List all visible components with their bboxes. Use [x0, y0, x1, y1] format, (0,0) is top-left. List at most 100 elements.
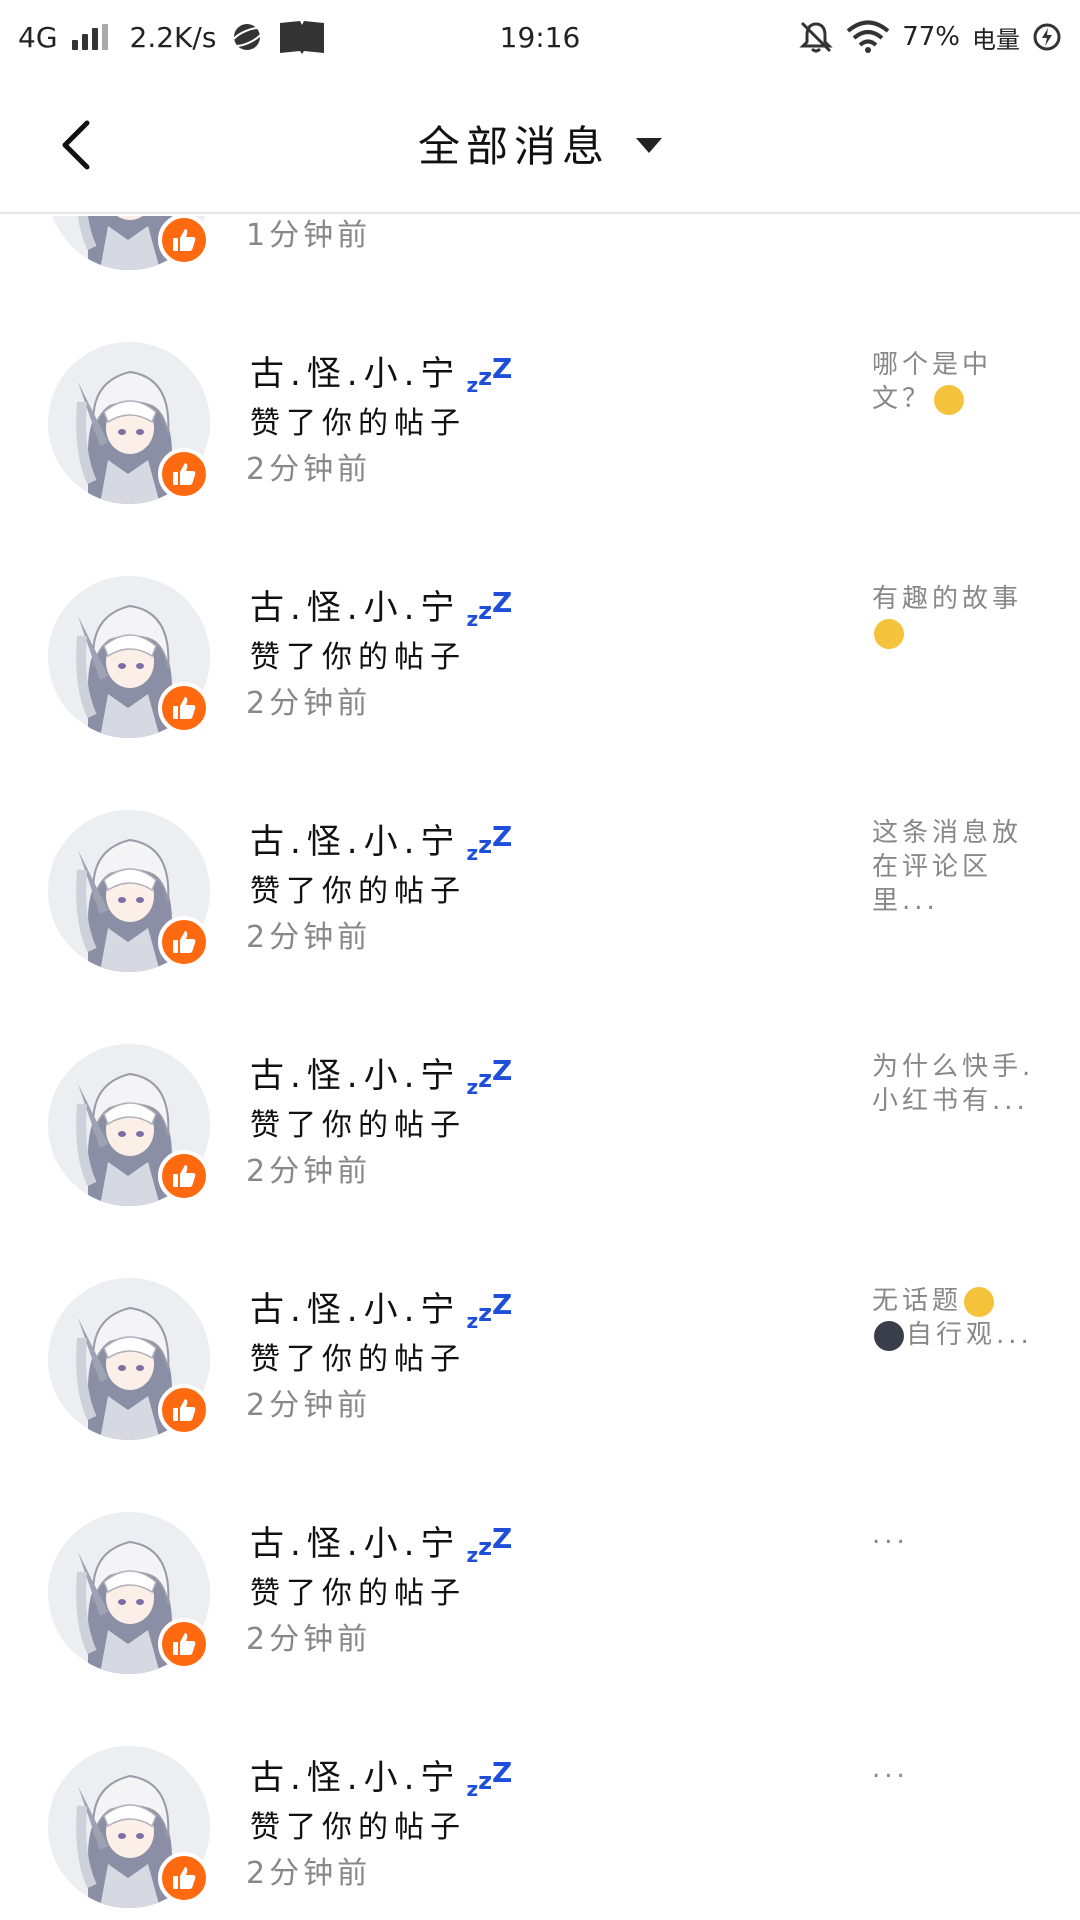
sleeping-zzz-icon: zzZ — [466, 1288, 513, 1333]
user-name[interactable]: 古.怪.小.宁 — [250, 580, 460, 629]
user-name[interactable]: 古.怪.小.宁 — [250, 1048, 460, 1097]
message-row[interactable]: 古.怪.小.宁 zzZ 赞了你的帖子 2分钟前 无话题 自行观... — [0, 1246, 1080, 1480]
thumbs-up-icon — [173, 1165, 196, 1187]
user-name[interactable]: 古.怪.小.宁 — [250, 1750, 460, 1799]
post-preview[interactable]: 无话题 自行观... — [872, 1284, 1042, 1352]
user-name[interactable]: 古.怪.小.宁 — [250, 1516, 460, 1565]
post-preview[interactable]: 哪个是中文？ — [872, 348, 1042, 416]
sleeping-zzz-icon: zzZ — [466, 1054, 513, 1099]
name-line: 古.怪.小.宁 zzZ — [250, 1048, 512, 1097]
sleeping-zzz-icon: zzZ — [466, 820, 513, 865]
message-row[interactable]: 古.怪.小.宁 zzZ 赞了你的帖子 2分钟前 为什么快手.小红书有... — [0, 1012, 1080, 1246]
message-filter-dropdown[interactable]: 全部消息 — [418, 113, 662, 174]
avatar[interactable] — [48, 576, 210, 738]
thumbs-up-icon — [173, 463, 196, 485]
battery-charging-icon — [1033, 23, 1061, 51]
wifi-icon — [846, 20, 890, 53]
like-badge — [158, 216, 210, 266]
message-list[interactable]: 古.怪.小.宁 zzZ 赞了你的帖子 1分钟前 … 荡... — [0, 216, 1080, 1920]
like-badge — [158, 682, 210, 734]
message-row[interactable]: 古.怪.小.宁 zzZ 赞了你的帖子 2分钟前 有趣的故事 — [0, 544, 1080, 778]
battery-label: 电量 — [972, 25, 1020, 54]
post-preview[interactable]: ... — [872, 1752, 1042, 1786]
back-button[interactable] — [40, 110, 110, 180]
message-row[interactable]: 古.怪.小.宁 zzZ 赞了你的帖子 2分钟前 这条消息放在评论区里... — [0, 778, 1080, 1012]
caret-down-icon — [636, 137, 662, 153]
avatar[interactable] — [48, 1746, 210, 1908]
page-title: 全部消息 — [417, 121, 610, 171]
post-preview[interactable]: ... — [872, 1518, 1042, 1552]
thumbs-up-icon — [173, 1399, 196, 1421]
message-row[interactable]: 古.怪.小.宁 zzZ 赞了你的帖子 1分钟前 … 荡... — [0, 216, 1080, 310]
action-text: 赞了你的帖子 — [250, 1342, 466, 1377]
battery-percent: 77% — [902, 22, 960, 52]
name-line: 古.怪.小.宁 zzZ — [250, 814, 512, 863]
top-nav-bar: 全部消息 — [0, 74, 1080, 214]
timestamp: 2分钟前 — [246, 686, 372, 721]
action-text: 赞了你的帖子 — [250, 406, 466, 441]
sleeping-zzz-icon: zzZ — [466, 352, 513, 397]
name-line: 古.怪.小.宁 zzZ — [250, 1282, 512, 1331]
user-name[interactable]: 古.怪.小.宁 — [250, 346, 460, 395]
signal-icon — [71, 24, 108, 50]
preview-tail: 自行观... — [906, 1320, 1033, 1350]
avatar[interactable] — [48, 1512, 210, 1674]
thumbs-up-icon — [173, 229, 196, 251]
message-row[interactable]: 古.怪.小.宁 zzZ 赞了你的帖子 2分钟前 哪个是中文？ — [0, 310, 1080, 544]
user-name[interactable]: 古.怪.小.宁 — [250, 814, 460, 863]
action-text: 赞了你的帖子 — [250, 1108, 466, 1143]
browser-planet-icon — [230, 24, 265, 50]
timestamp: 2分钟前 — [246, 1154, 372, 1189]
book-icon — [280, 21, 325, 54]
post-preview[interactable]: 这条消息放在评论区里... — [872, 816, 1042, 918]
avatar[interactable] — [48, 810, 210, 972]
upside-down-face-emoji-icon — [934, 384, 965, 415]
timestamp: 2分钟前 — [246, 1856, 372, 1891]
message-list-content: 古.怪.小.宁 zzZ 赞了你的帖子 1分钟前 … 荡... — [0, 216, 1080, 1920]
name-line: 古.怪.小.宁 zzZ — [250, 346, 512, 395]
thumbs-up-icon — [173, 1633, 196, 1655]
network-speed: 2.2K/s — [129, 20, 217, 54]
timestamp: 1分钟前 — [246, 218, 372, 253]
sleeping-zzz-icon: zzZ — [466, 586, 513, 631]
new-moon-emoji-icon — [874, 1320, 904, 1351]
like-badge — [158, 1618, 210, 1670]
zipper-mouth-face-emoji-icon — [964, 1286, 995, 1317]
like-badge — [158, 1852, 210, 1904]
post-preview[interactable]: 为什么快手.小红书有... — [872, 1050, 1042, 1118]
timestamp: 2分钟前 — [246, 1388, 372, 1423]
status-bar: 4G 2.2K/s 19:16 77% 电量 — [0, 0, 1080, 74]
avatar[interactable] — [48, 1278, 210, 1440]
upside-down-face-emoji-icon — [874, 618, 904, 649]
avatar[interactable] — [48, 216, 210, 270]
timestamp: 2分钟前 — [246, 1622, 372, 1657]
thumbs-up-icon — [173, 931, 196, 953]
action-text: 赞了你的帖子 — [250, 1576, 466, 1611]
like-badge — [158, 448, 210, 500]
user-name[interactable]: 古.怪.小.宁 — [250, 1282, 460, 1331]
timestamp: 2分钟前 — [246, 452, 372, 487]
mute-bell-icon — [799, 21, 833, 53]
status-left: 4G 2.2K/s — [18, 19, 326, 55]
action-text: 赞了你的帖子 — [250, 874, 466, 909]
thumbs-up-icon — [173, 1867, 196, 1889]
timestamp: 2分钟前 — [246, 920, 372, 955]
name-line: 古.怪.小.宁 zzZ — [250, 580, 512, 629]
sleeping-zzz-icon: zzZ — [466, 1756, 513, 1801]
message-row[interactable]: 古.怪.小.宁 zzZ 赞了你的帖子 2分钟前 ... — [0, 1480, 1080, 1714]
message-row[interactable]: 古.怪.小.宁 zzZ 赞了你的帖子 2分钟前 ... — [0, 1714, 1080, 1920]
name-line: 古.怪.小.宁 zzZ — [250, 1516, 512, 1565]
chevron-left-icon — [62, 120, 90, 170]
name-line: 古.怪.小.宁 zzZ — [250, 1750, 512, 1799]
action-text: 赞了你的帖子 — [250, 640, 466, 675]
like-badge — [158, 916, 210, 968]
avatar[interactable] — [48, 342, 210, 504]
avatar[interactable] — [48, 1044, 210, 1206]
like-badge — [158, 1384, 210, 1436]
network-type: 4G — [18, 20, 58, 54]
sleeping-zzz-icon: zzZ — [466, 1522, 513, 1567]
action-text: 赞了你的帖子 — [250, 1810, 466, 1845]
post-preview[interactable]: 有趣的故事 — [872, 582, 1042, 650]
like-badge — [158, 1150, 210, 1202]
status-right: 77% 电量 — [798, 19, 1062, 55]
